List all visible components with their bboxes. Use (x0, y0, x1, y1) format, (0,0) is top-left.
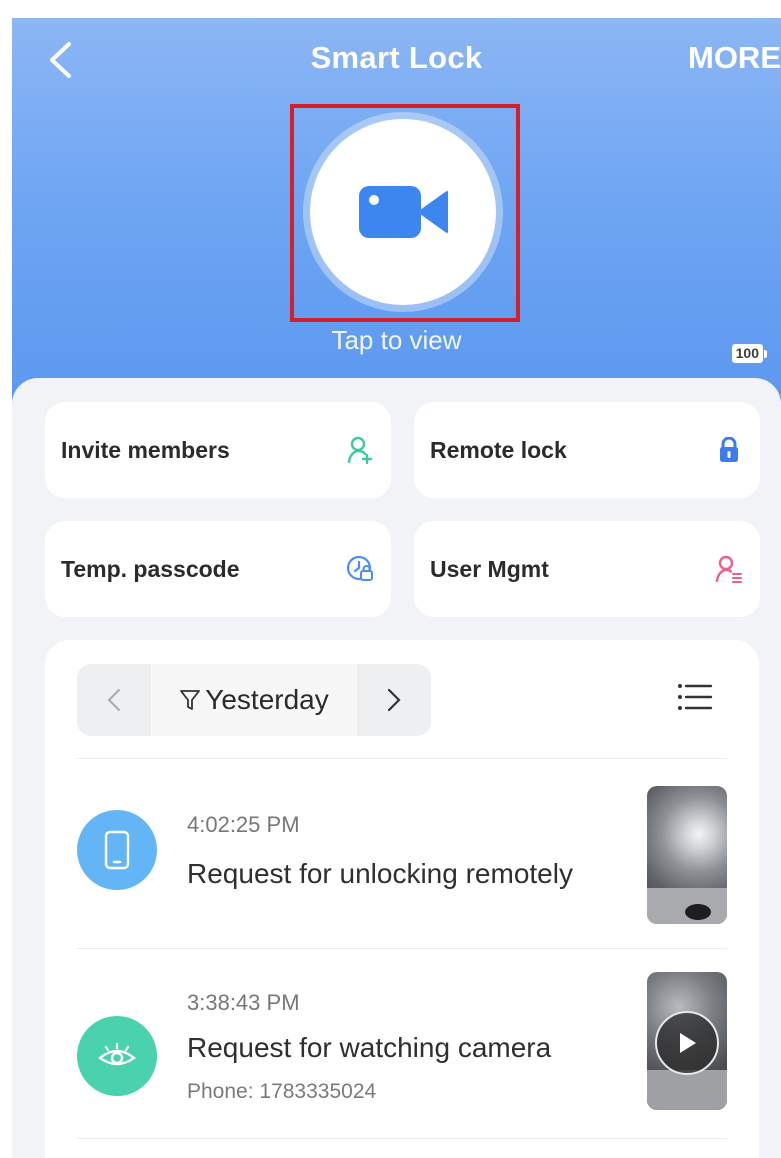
list-view-button[interactable] (677, 682, 713, 718)
date-filter-button[interactable]: Yesterday (151, 664, 357, 736)
next-day-button[interactable] (357, 664, 431, 736)
invite-members-label: Invite members (61, 436, 230, 463)
invite-members-card[interactable]: Invite members (45, 402, 391, 498)
remote-lock-card[interactable]: Remote lock (414, 402, 760, 498)
user-mgmt-label: User Mgmt (430, 555, 549, 582)
temp-passcode-label: Temp. passcode (61, 555, 240, 582)
record-subtitle: Phone: 1783335024 (187, 1080, 377, 1103)
user-mgmt-card[interactable]: User Mgmt (414, 521, 760, 617)
battery-indicator: 100 (731, 344, 767, 363)
video-thumbnail[interactable] (647, 972, 727, 1110)
battery-level: 100 (731, 344, 763, 363)
divider (77, 758, 727, 759)
user-manage-icon (714, 554, 744, 584)
date-navigator: Yesterday (77, 664, 431, 736)
eye-icon (77, 1016, 157, 1096)
filter-icon (180, 690, 201, 710)
chevron-left-icon (107, 689, 120, 711)
history-record[interactable]: 4:02:25 PM Request for unlocking remotel… (77, 780, 727, 930)
temp-passcode-card[interactable]: Temp. passcode (45, 521, 391, 617)
selected-date-label: Yesterday (205, 684, 329, 715)
record-time: 3:38:43 PM (187, 990, 300, 1015)
clock-key-icon (345, 554, 375, 584)
record-title: Request for watching camera (187, 1032, 552, 1063)
more-button[interactable]: MORE (688, 40, 781, 76)
list-icon (678, 684, 713, 710)
header: Smart Lock MORE Tap to view 100 (12, 18, 781, 418)
chevron-right-icon (387, 688, 401, 712)
divider (77, 1138, 727, 1139)
divider (77, 948, 727, 949)
phone-icon (77, 810, 157, 890)
live-view-circle (310, 119, 496, 305)
history-record[interactable]: 3:38:43 PM Request for watching camera P… (77, 970, 727, 1120)
app-screen: Smart Lock MORE Tap to view 100 Invite m… (12, 18, 781, 1158)
lock-icon (714, 435, 744, 465)
video-camera-icon (359, 186, 448, 238)
remote-lock-label: Remote lock (430, 436, 567, 463)
tap-to-view-caption: Tap to view (331, 325, 462, 355)
history-card: Yesterday 4:02:25 PM Request for unlocki… (45, 640, 759, 1158)
record-title: Request for unlocking remotely (187, 858, 573, 889)
page-title: Smart Lock (310, 40, 483, 75)
record-time: 4:02:25 PM (187, 812, 300, 837)
live-view-button[interactable] (303, 112, 503, 312)
play-icon (655, 1011, 719, 1075)
prev-day-button[interactable] (77, 664, 151, 736)
battery-tip (764, 349, 767, 358)
add-user-icon (345, 435, 375, 465)
snapshot-thumbnail[interactable] (647, 786, 727, 924)
